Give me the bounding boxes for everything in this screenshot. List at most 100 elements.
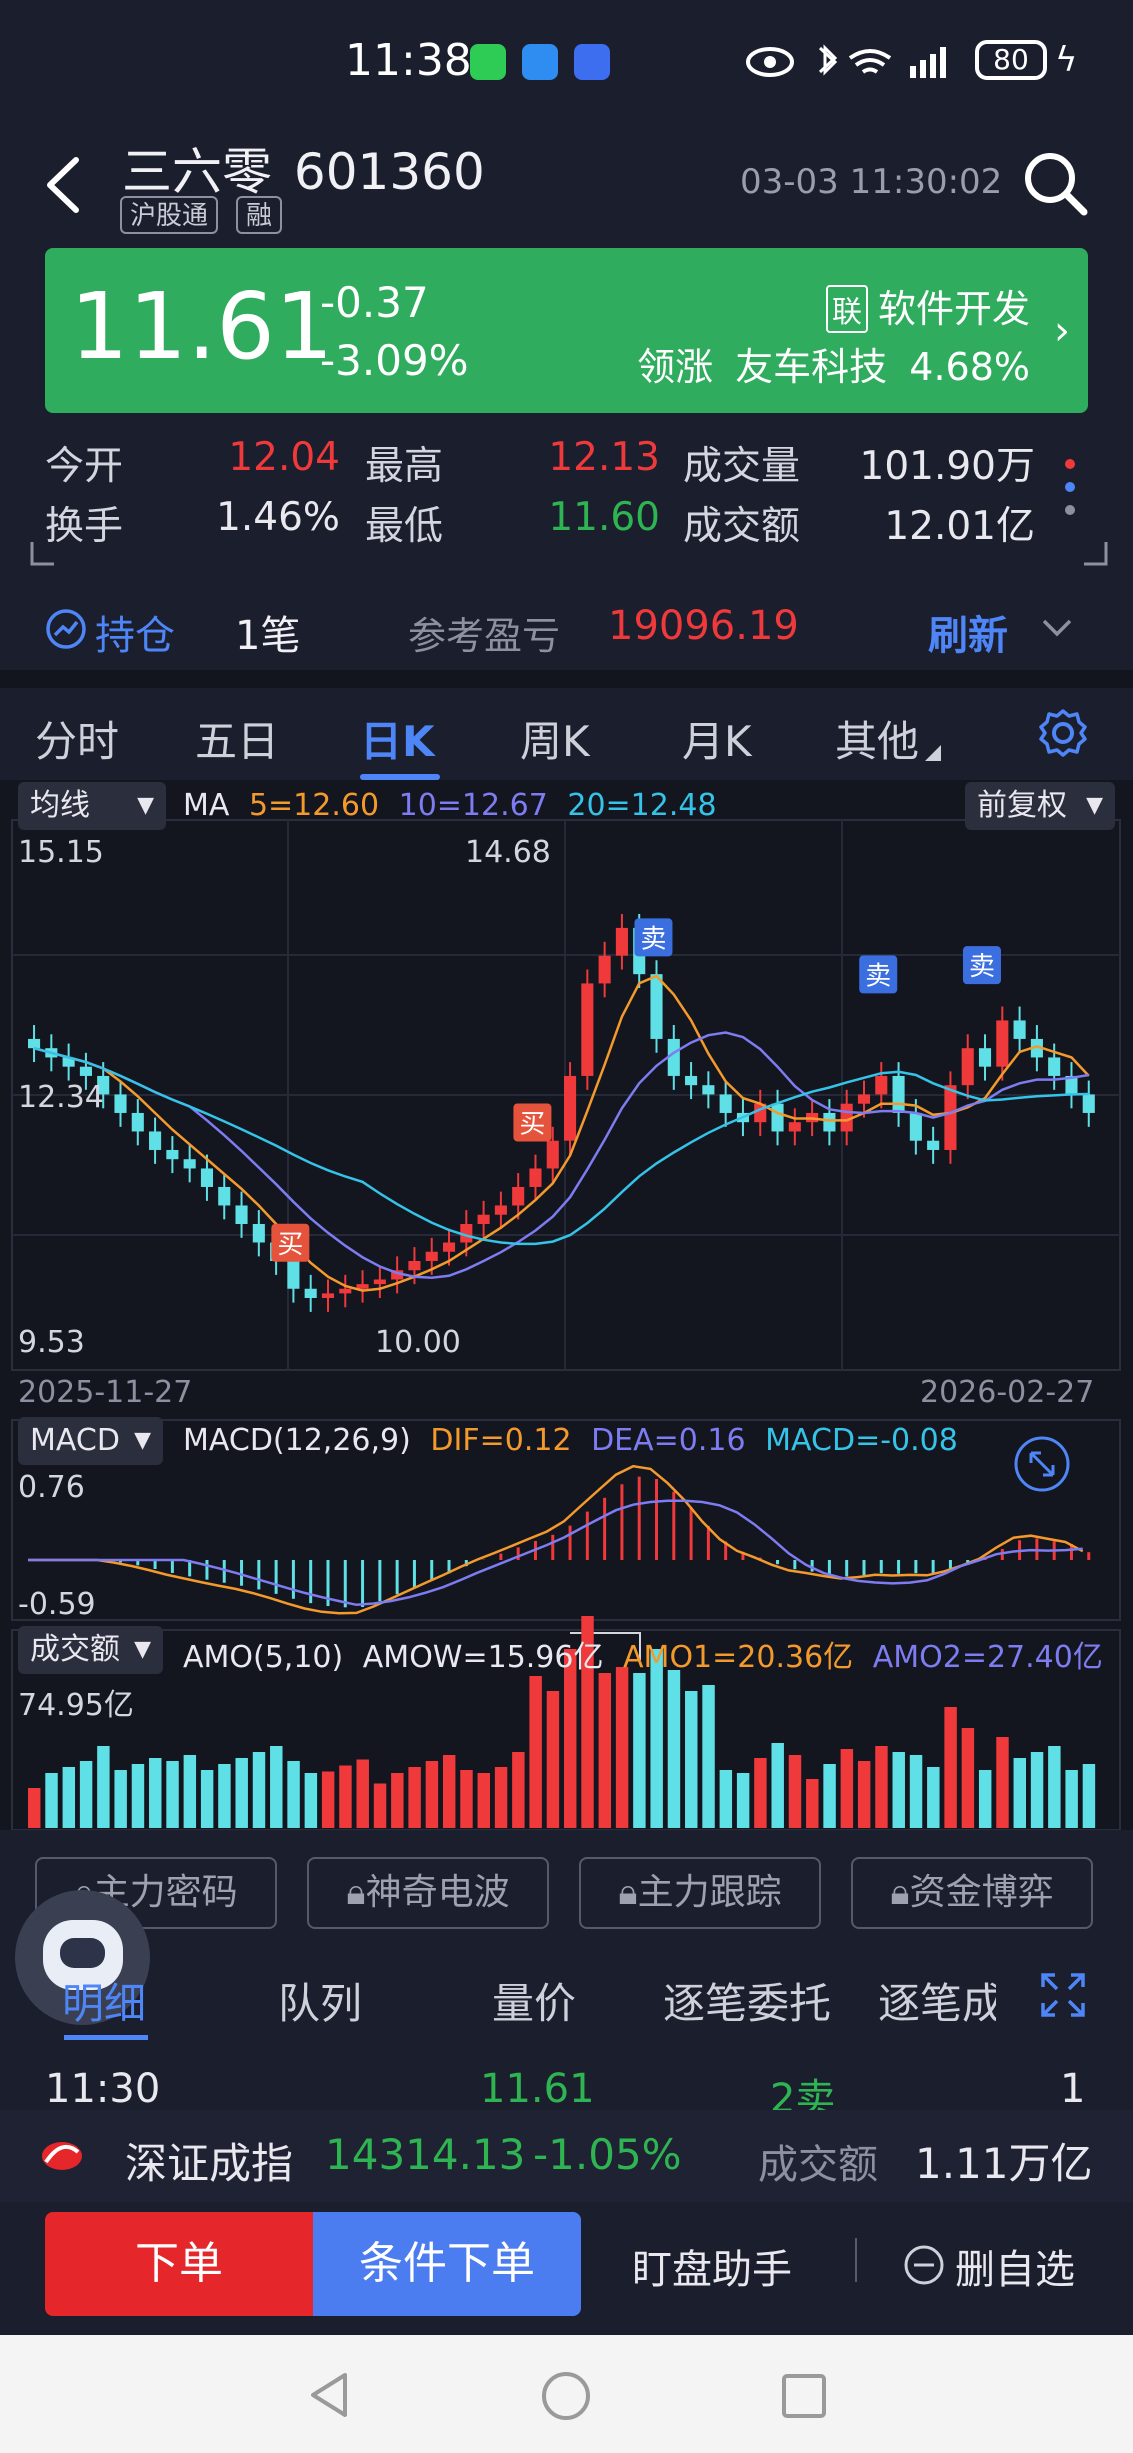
pnl-value: 19096.19 (608, 603, 799, 649)
fullscreen-toggle-icon[interactable] (1013, 1435, 1071, 1493)
position-chart-icon (46, 609, 86, 649)
sector-name: 软件开发 (877, 287, 1030, 331)
amount-bar (927, 1767, 940, 1828)
tab-order-by-order[interactable]: 逐笔委托 (663, 1970, 831, 2031)
amount-bar (200, 1770, 214, 1828)
candle-body (408, 1260, 421, 1271)
nav-recents-icon[interactable] (780, 2372, 828, 2420)
candle-body (857, 1094, 871, 1104)
refresh-button[interactable]: 刷新 (928, 603, 1008, 661)
remove-watchlist-button[interactable]: 删自选 (955, 2237, 1075, 2295)
amount-bar (633, 1673, 646, 1828)
locked-tool-main-track[interactable]: 🔒︎主力跟踪 (579, 1857, 821, 1929)
candle-body (978, 1048, 992, 1067)
search-icon[interactable] (1020, 148, 1090, 218)
tab-daily-k[interactable]: 日K (360, 708, 435, 769)
candle-body (564, 1075, 577, 1141)
system-status-icons (746, 44, 946, 78)
more-dots-icon[interactable] (1055, 452, 1085, 532)
tab-weekly-k[interactable]: 周K (520, 708, 590, 769)
conditional-order-button[interactable]: 条件下单 (313, 2212, 581, 2316)
tab-detail[interactable]: 明细 (62, 1970, 146, 2031)
amount-bar (719, 1770, 733, 1828)
index-amount-label: 成交额 (758, 2142, 878, 2188)
stock-title: 三六零 601360 (122, 132, 485, 204)
position-row[interactable]: 持仓 1笔 参考盈亏 19096.19 刷新 (0, 585, 1133, 675)
tab-volume-price[interactable]: 量价 (492, 1970, 576, 2031)
date-end: 2026-02-27 (920, 1375, 1095, 1410)
expand-corners-icon[interactable] (30, 540, 1110, 570)
amount-bar (978, 1770, 992, 1828)
ma10-line (33, 1031, 1089, 1279)
tab-other[interactable]: 其他 (835, 708, 919, 769)
amount-bar (1065, 1770, 1078, 1828)
amount-selector[interactable]: 成交额 ▼ (18, 1626, 163, 1674)
watch-assistant-button[interactable]: 盯盘助手 (632, 2237, 792, 2295)
high-value: 12.13 (548, 435, 660, 480)
tab-intraday[interactable]: 分时 (35, 708, 119, 769)
dropdown-arrow-icon: ▼ (134, 1428, 151, 1453)
place-order-button[interactable]: 下单 (45, 2212, 313, 2316)
sector-tag: 联 (825, 285, 868, 333)
index-value: 14314.13 (325, 2130, 526, 2179)
back-button[interactable] (38, 150, 88, 220)
candle-body (131, 1112, 144, 1132)
adjust-selector[interactable]: 前复权 ▼ (965, 782, 1115, 830)
status-time: 11:38 (345, 35, 472, 86)
expand-icon[interactable] (1040, 1972, 1086, 2018)
macd-selector[interactable]: MACD ▼ (18, 1417, 163, 1465)
peak-label: 14.68 (465, 835, 551, 870)
ma-label: MA (183, 788, 230, 823)
macd-value: MACD=-0.08 (765, 1423, 958, 1458)
active-detail-tab-indicator (64, 2035, 148, 2040)
price-banner[interactable]: 11.61 -0.37 -3.09% 联软件开发 领涨 友车科技 4.68% › (45, 248, 1088, 413)
index-ticker[interactable]: 深证成指 14314.13 -1.05% 成交额 1.11万亿 (0, 2110, 1133, 2202)
amount-bar (840, 1749, 854, 1828)
tab-trade-by-trade[interactable]: 逐笔成交 (878, 1970, 996, 2031)
candle-body (875, 1075, 888, 1095)
locked-tool-capital-game[interactable]: 🔒︎资金博弈 (851, 1857, 1093, 1929)
buy-signal-label: 买 (519, 1109, 545, 1139)
macd-selector-label: MACD (30, 1423, 120, 1458)
dropdown-arrow-icon: ▼ (137, 793, 154, 818)
candle-body (823, 1112, 836, 1132)
candle-body (927, 1140, 940, 1150)
candle-body (1013, 1020, 1026, 1039)
amount-bar (823, 1764, 836, 1828)
chevron-down-icon[interactable] (1040, 615, 1074, 641)
trade-qty: 1 (1060, 2066, 1086, 2112)
dropdown-arrow-icon: ▼ (1086, 793, 1103, 818)
chart-area[interactable]: 买买卖卖卖 均线 ▼ MA 5=12.60 10=12.67 20=12.48 … (0, 780, 1133, 1830)
remove-circle-icon[interactable] (903, 2244, 945, 2286)
locked-tool-magic-wave[interactable]: 🔒︎神奇电波 (307, 1857, 549, 1929)
amount-bar (1082, 1764, 1096, 1828)
position-label: 持仓 (95, 613, 175, 659)
sector-info[interactable]: 联软件开发 (825, 278, 1030, 333)
candle-body (1048, 1057, 1061, 1076)
candle-body (356, 1284, 369, 1289)
open-value: 12.04 (228, 435, 340, 480)
candle-body (218, 1186, 231, 1206)
low-value: 11.60 (548, 495, 660, 540)
message-notification-icon (522, 44, 558, 80)
amount-bar (1030, 1752, 1044, 1828)
ma5-value: 5=12.60 (248, 788, 380, 823)
locked-tool-label: 神奇电波 (365, 1872, 510, 1913)
system-nav-bar (0, 2335, 1133, 2453)
ma-legend: MA 5=12.60 10=12.67 20=12.48 (183, 788, 717, 823)
tab-monthly-k[interactable]: 月K (682, 708, 752, 769)
tab-five-day[interactable]: 五日 (195, 708, 279, 769)
settings-gear-icon[interactable] (1038, 708, 1088, 758)
tab-queue[interactable]: 队列 (278, 1970, 362, 2031)
sell-signal-label: 卖 (865, 961, 891, 991)
nav-back-icon[interactable] (305, 2370, 355, 2420)
nav-home-icon[interactable] (540, 2370, 592, 2422)
date-start: 2025-11-27 (18, 1375, 193, 1410)
trough-label: 10.00 (375, 1325, 461, 1360)
tag-margin: 融 (236, 196, 283, 234)
open-label: 今开 (45, 444, 124, 489)
amount-bar (270, 1746, 283, 1828)
indicator-selector[interactable]: 均线 ▼ (18, 782, 166, 830)
amount-bar (339, 1765, 352, 1828)
candle-body (235, 1205, 248, 1224)
